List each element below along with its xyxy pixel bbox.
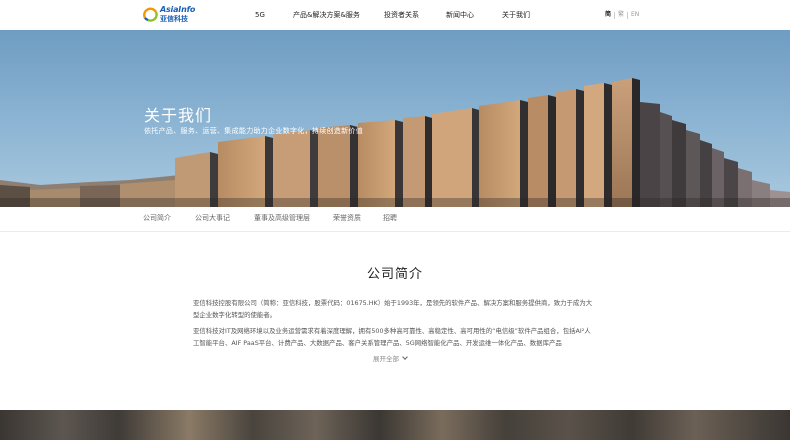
- nav-news-center[interactable]: 新闻中心: [446, 0, 474, 30]
- top-header: AsiaInfo 亚信科技 5G 产品&解决方案&服务 投资者关系 新闻中心 关…: [0, 0, 790, 30]
- about-subnav: 公司简介 公司大事记 董事及高级管理层 荣誉资质 招聘: [0, 207, 790, 232]
- subnav-milestones[interactable]: 公司大事记: [195, 207, 230, 232]
- lang-traditional[interactable]: 繁: [618, 0, 624, 30]
- logo-text-en: AsiaInfo: [160, 5, 196, 14]
- lang-divider: [627, 12, 628, 19]
- hero-subtitle: 依托产品、服务、运营、集成能力助力企业数字化，持续创造新价值: [144, 127, 363, 135]
- chevron-down-icon: [402, 354, 408, 360]
- hero-title: 关于我们: [144, 106, 213, 125]
- nav-5g[interactable]: 5G: [255, 0, 265, 30]
- lang-divider: [614, 12, 615, 19]
- intro-paragraph-1: 亚信科技控股有限公司（简称：亚信科技，股票代码：01675.HK）始于1993年…: [193, 299, 593, 319]
- subnav-honors[interactable]: 荣誉资质: [333, 207, 361, 232]
- intro-paragraph-2: 亚信科技对IT及网络环境以及业务运营需求有着深度理解，拥有500多种高可靠性、高…: [193, 327, 591, 347]
- bottom-banner-image: [0, 410, 790, 440]
- lang-english[interactable]: EN: [631, 0, 639, 30]
- hero-banner: 关于我们 依托产品、服务、运营、集成能力助力企业数字化，持续创造新价值: [0, 30, 790, 207]
- subnav-careers[interactable]: 招聘: [383, 207, 397, 232]
- nav-products-solutions[interactable]: 产品&解决方案&服务: [293, 0, 360, 30]
- lang-simplified[interactable]: 简: [605, 0, 611, 30]
- nav-investor-relations[interactable]: 投资者关系: [384, 0, 419, 30]
- subnav-board-management[interactable]: 董事及高级管理层: [254, 207, 310, 232]
- logo-mark-icon: [143, 7, 158, 22]
- building-facade-image: [0, 78, 790, 207]
- logo-text-cn: 亚信科技: [160, 15, 188, 23]
- expand-all-label: 展开全部: [373, 355, 399, 363]
- nav-about-us[interactable]: 关于我们: [502, 0, 530, 30]
- section-title: 公司简介: [366, 267, 423, 282]
- asiainfo-logo[interactable]: AsiaInfo 亚信科技: [143, 5, 196, 24]
- subnav-company-profile[interactable]: 公司简介: [143, 207, 171, 232]
- expand-all-button[interactable]: 展开全部: [373, 353, 408, 363]
